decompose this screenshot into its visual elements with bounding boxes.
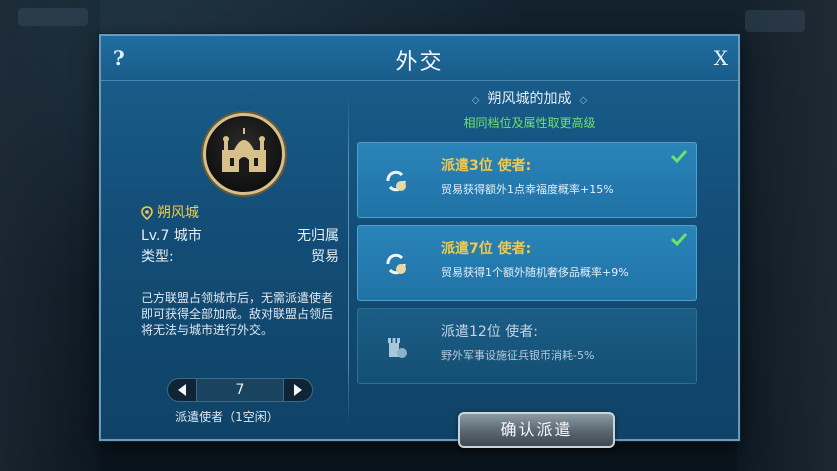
bonus-tier-description: 贸易获得额外1点幸福度概率+15% bbox=[441, 183, 614, 196]
checkmark-icon bbox=[670, 149, 688, 163]
triangle-right-icon bbox=[294, 384, 302, 396]
close-button[interactable]: X bbox=[714, 46, 728, 70]
bonus-title-row: ◇ 朔风城的加成 ◇ bbox=[357, 88, 702, 108]
city-ownership: 无归属 bbox=[297, 228, 339, 244]
bonus-tier-description: 贸易获得1个额外随机奢侈品概率+9% bbox=[441, 266, 629, 279]
increase-button[interactable] bbox=[283, 378, 313, 402]
city-name: 朔风城 bbox=[157, 205, 199, 221]
bonus-panel: ◇ 朔风城的加成 ◇ 相同档位及属性取更高级 派遣3位 使者: 贸易获得额外1点幸福… bbox=[357, 80, 702, 448]
city-name-row: 朔风城 bbox=[141, 202, 199, 222]
panel-divider bbox=[348, 94, 349, 424]
bonus-tier-title: 派遣12位 使者: bbox=[441, 324, 538, 340]
bonus-subtitle: 相同档位及属性取更高级 bbox=[463, 116, 596, 130]
checkmark-icon bbox=[670, 232, 688, 246]
bonus-title: 朔风城的加成 bbox=[487, 91, 572, 107]
city-emblem-icon bbox=[203, 113, 285, 195]
military-tower-icon bbox=[388, 338, 407, 358]
background-right-panel bbox=[737, 0, 837, 471]
envoy-count[interactable]: 7 bbox=[197, 378, 283, 402]
bonus-tier-card: 派遣3位 使者: 贸易获得额外1点幸福度概率+15% bbox=[357, 142, 697, 218]
bonus-tier-card: 派遣7位 使者: 贸易获得1个额外随机奢侈品概率+9% bbox=[357, 225, 697, 301]
city-info-panel: 朔风城 Lv.7 城市 无归属 类型: 贸易 己方联盟占领城市后，无需派遣使者即… bbox=[111, 86, 343, 432]
confirm-dispatch-button[interactable]: 确认派遣 bbox=[458, 412, 615, 448]
city-type-label: 类型: bbox=[141, 249, 174, 265]
background-left-panel bbox=[0, 0, 100, 471]
trade-cycle-icon bbox=[386, 170, 406, 192]
city-type-row: 类型: 贸易 bbox=[141, 246, 339, 266]
background-blurred-button bbox=[745, 10, 805, 32]
city-description: 己方联盟占领城市后，无需派遣使者即可获得全部加成。敌对联盟占领后将无法与城市进行… bbox=[141, 291, 334, 337]
bonus-tier-card: 派遣12位 使者: 野外军事设施征兵银币消耗-5% bbox=[357, 308, 697, 384]
diamond-ornament-icon: ◇ bbox=[471, 95, 480, 106]
decrease-button[interactable] bbox=[167, 378, 197, 402]
bonus-tier-description: 野外军事设施征兵银币消耗-5% bbox=[441, 349, 595, 362]
diplomacy-dialog: ? 外交 X 朔风城 Lv.7 城市 无归属 类型: 贸易 己方联盟占领城市后，… bbox=[99, 34, 740, 448]
envoy-stepper-label: 派遣使者（1空闲） bbox=[175, 410, 279, 424]
trade-cycle-icon bbox=[386, 253, 406, 275]
city-level-row: Lv.7 城市 无归属 bbox=[141, 225, 339, 245]
bonus-tier-title: 派遣3位 使者: bbox=[441, 158, 532, 174]
city-type-value: 贸易 bbox=[311, 249, 339, 265]
location-pin-icon bbox=[141, 206, 153, 220]
envoy-stepper: 7 bbox=[167, 378, 313, 402]
dialog-title: 外交 bbox=[395, 50, 444, 75]
diamond-ornament-icon: ◇ bbox=[579, 95, 588, 106]
bonus-tier-title: 派遣7位 使者: bbox=[441, 241, 532, 257]
triangle-left-icon bbox=[178, 384, 186, 396]
city-level: Lv.7 城市 bbox=[141, 228, 202, 244]
dialog-header: ? 外交 X bbox=[101, 36, 738, 81]
background-blurred-label bbox=[18, 8, 88, 26]
